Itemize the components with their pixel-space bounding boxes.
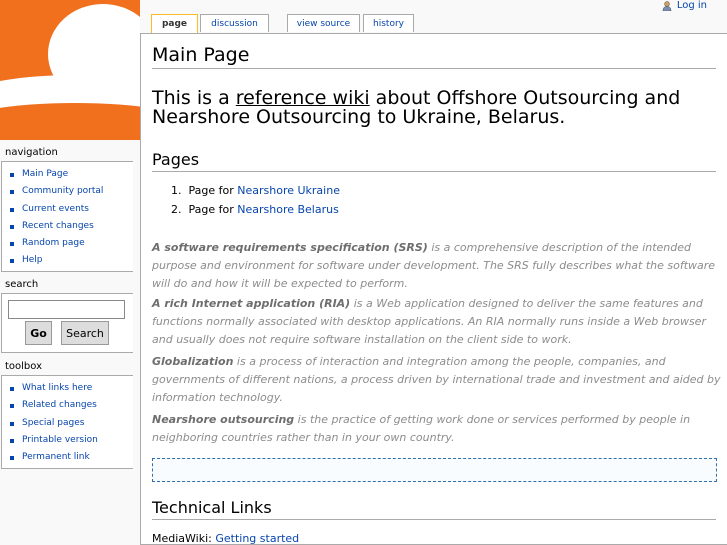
ria-paragraph: A rich Internet application (RIA) is a W… (152, 297, 706, 346)
tab-history[interactable]: history (363, 14, 414, 32)
toolbox-item-what-links-here[interactable]: What links here (8, 380, 133, 397)
search-button[interactable]: Search (61, 321, 109, 345)
nearshore-ukraine-link[interactable]: Nearshore Ukraine (237, 184, 340, 197)
page-title: Main Page (152, 44, 716, 69)
nearshore-belarus-link[interactable]: Nearshore Belarus (237, 203, 339, 216)
pages-heading: Pages (152, 150, 716, 172)
mediawiki-line: MediaWiki: Getting started (152, 532, 300, 545)
toolbox-item-permanent-link[interactable]: Permanent link (8, 449, 133, 466)
nav-item-help[interactable]: Help (8, 252, 133, 269)
nav-item-community-portal[interactable]: Community portal (8, 183, 133, 200)
dashed-box (152, 458, 717, 482)
nav-item-recent-changes[interactable]: Recent changes (8, 218, 133, 235)
nav-item-main-page[interactable]: Main Page (8, 166, 133, 183)
go-button[interactable]: Go (25, 321, 52, 345)
content-area: Main Page This is a reference wiki about… (140, 33, 727, 545)
nav-item-current-events[interactable]: Current events (8, 201, 133, 218)
navigation-title: navigation (5, 147, 58, 158)
tab-discussion[interactable]: discussion (200, 14, 269, 32)
toolbox-title: toolbox (5, 361, 43, 372)
site-logo[interactable] (0, 0, 140, 140)
list-item: 1. Page for Nearshore Ukraine (171, 184, 340, 197)
search-input[interactable] (8, 300, 125, 319)
getting-started-link[interactable]: Getting started (215, 532, 299, 545)
nearshore-paragraph: Nearshore outsourcing is the practice of… (152, 413, 691, 444)
personal-tools: Log in (662, 0, 707, 11)
search-title: search (5, 279, 39, 290)
tab-view-source[interactable]: view source (287, 14, 360, 32)
nav-item-random-page[interactable]: Random page (8, 235, 133, 252)
user-icon (662, 0, 672, 11)
list-item: 2. Page for Nearshore Belarus (171, 203, 339, 216)
navigation-portlet: Main Page Community portal Current event… (1, 161, 133, 272)
toolbox-item-printable-version[interactable]: Printable version (8, 432, 133, 449)
technical-links-heading: Technical Links (152, 498, 716, 520)
globalization-paragraph: Globalization is a process of interactio… (152, 355, 721, 404)
toolbox-portlet: What links here Related changes Special … (1, 375, 133, 469)
login-link[interactable]: Log in (677, 0, 707, 11)
logo-swoosh-cut (0, 103, 140, 140)
tab-page[interactable]: page (151, 14, 198, 33)
intro-text: This is a reference wiki about Offshore … (152, 87, 681, 128)
toolbox-item-special-pages[interactable]: Special pages (8, 415, 133, 432)
toolbox-item-related-changes[interactable]: Related changes (8, 397, 133, 414)
srs-paragraph: A software requirements specification (S… (152, 241, 716, 290)
